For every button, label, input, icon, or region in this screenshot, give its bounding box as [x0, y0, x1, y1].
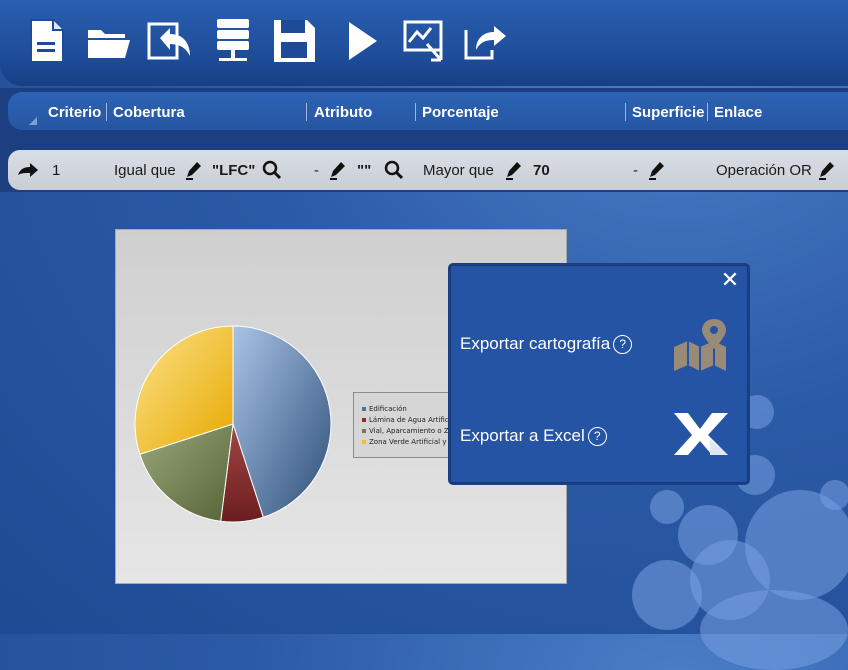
col-enlace: Enlace [714, 104, 763, 121]
run-button[interactable] [336, 14, 388, 68]
enlace-operator: Operación OR [716, 162, 812, 179]
export-cartography-link[interactable]: Exportar cartografía? [460, 334, 633, 354]
col-separator [106, 103, 107, 121]
col-atributo: Atributo [314, 104, 373, 121]
close-button[interactable]: ✕ [718, 268, 742, 294]
porcentaje-operator: Mayor que [423, 162, 494, 179]
share-export-icon [464, 26, 506, 60]
legend-label: Lámina de Agua Artificial [369, 416, 457, 424]
share-export-button[interactable] [459, 14, 511, 68]
server-icon [217, 19, 249, 61]
legend-item: Lámina de Agua Artificial [362, 416, 457, 424]
map-pin-icon[interactable] [670, 315, 730, 375]
legend-item: Vial, Aparcamiento o Zona [362, 427, 462, 435]
undo-button[interactable] [143, 14, 195, 68]
chart-export-icon [403, 20, 443, 62]
legend-swatch [362, 440, 366, 444]
atributo-operator: - [314, 162, 319, 179]
decor-bubble [700, 590, 848, 670]
edit-pencil-icon[interactable] [503, 159, 523, 181]
porcentaje-value: 70 [533, 162, 550, 179]
new-document-icon [30, 19, 64, 63]
server-button[interactable] [207, 14, 259, 68]
col-separator [707, 103, 708, 121]
pie-chart [134, 325, 332, 523]
cobertura-operator: Igual que [114, 162, 176, 179]
col-separator [415, 103, 416, 121]
open-folder-icon [88, 30, 130, 58]
save-icon [274, 20, 315, 62]
legend-swatch [362, 429, 366, 433]
decor-bubble [650, 490, 684, 524]
col-superficie: Superficie [632, 104, 705, 121]
edit-pencil-icon[interactable] [183, 159, 203, 181]
edit-pencil-icon[interactable] [327, 159, 347, 181]
play-icon [349, 22, 377, 60]
help-icon[interactable]: ? [613, 335, 633, 354]
sort-corner-icon [29, 117, 37, 125]
search-icon[interactable] [384, 159, 404, 181]
excel-icon[interactable] [669, 409, 731, 459]
col-separator [625, 103, 626, 121]
undo-icon [147, 22, 190, 60]
legend-item: Edificación [362, 405, 407, 413]
superficie-operator: - [633, 162, 638, 179]
col-cobertura: Cobertura [113, 104, 185, 121]
cobertura-value: "LFC" [212, 162, 256, 179]
chart-export-button[interactable] [398, 14, 450, 68]
edit-pencil-icon[interactable] [816, 159, 836, 181]
export-excel-label: Exportar a Excel [460, 426, 585, 445]
col-criterio: Criterio [48, 104, 102, 121]
export-cartography-label: Exportar cartografía [460, 334, 611, 353]
legend-swatch [362, 418, 366, 422]
legend-label: Edificación [369, 405, 407, 413]
decor-bubble [820, 480, 848, 510]
export-excel-link[interactable]: Exportar a Excel? [460, 426, 607, 446]
search-icon[interactable] [262, 159, 282, 181]
edit-pencil-icon[interactable] [646, 159, 666, 181]
new-document-button[interactable] [20, 14, 72, 68]
arrow-right-icon [18, 163, 38, 177]
legend-label: Vial, Aparcamiento o Zona [369, 427, 462, 435]
row-index: 1 [52, 162, 61, 179]
atributo-value: "" [357, 162, 372, 179]
legend-swatch [362, 407, 366, 411]
help-icon[interactable]: ? [587, 427, 607, 446]
col-porcentaje: Porcentaje [422, 104, 499, 121]
open-folder-button[interactable] [82, 14, 134, 68]
save-button[interactable] [268, 14, 320, 68]
col-separator [306, 103, 307, 121]
